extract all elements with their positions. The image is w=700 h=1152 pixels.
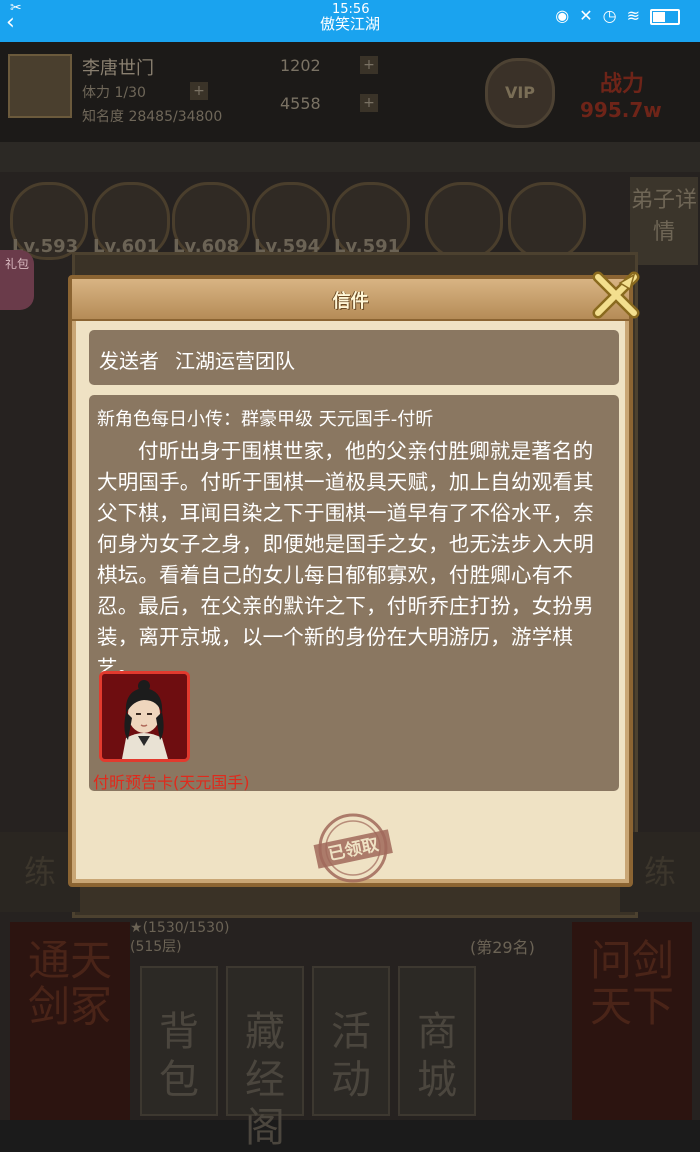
nav-events[interactable]: 活动 <box>312 966 390 1116</box>
hero-portrait[interactable] <box>425 182 503 260</box>
attachment-card[interactable] <box>99 671 190 762</box>
add-stamina-button[interactable]: + <box>190 82 208 100</box>
stamina-text: 体力 1/30 <box>82 85 146 101</box>
nav-backpack[interactable]: 背包 <box>140 966 218 1116</box>
attachment-name: 付昕预告卡(天元国手) <box>93 773 250 792</box>
disciple-detail-button[interactable]: 弟子详情 <box>630 177 698 265</box>
wifi-icon: ≋ <box>626 6 650 25</box>
status-bar: ✂ ‹ 15:56 傲笑江湖 ◉✕◷≋ <box>0 0 700 42</box>
status-icons: ◉✕◷≋ <box>555 6 680 25</box>
dialog-content: 发送者 江湖运营团队 新角色每日小传：群豪甲级 天元国手-付昕 付昕出身于围棋世… <box>76 321 625 883</box>
dialog-header: 信件 <box>72 279 629 321</box>
tongtian-pillar[interactable]: 通天剑冢 <box>10 922 130 1120</box>
nav-shop[interactable]: 商城 <box>398 966 476 1116</box>
sender-box: 发送者 江湖运营团队 <box>89 330 619 385</box>
sender-value: 江湖运营团队 <box>175 349 295 373</box>
player-header: 李唐世门 体力 1/30 + 知名度 28485/34800 1202 + 45… <box>0 42 700 142</box>
player-name: 李唐世门 <box>82 58 154 79</box>
gift-pack-tag[interactable]: 礼包 <box>0 250 34 310</box>
alarm-icon: ◷ <box>602 6 627 25</box>
close-icon[interactable] <box>590 269 642 321</box>
eye-icon: ◉ <box>555 6 580 25</box>
nav-library[interactable]: 藏经阁 <box>226 966 304 1151</box>
character-portrait-icon <box>102 674 187 759</box>
hero-roster: Lv.593 Lv.601 Lv.608 Lv.594 Lv.591 <box>0 174 700 264</box>
power-value: 995.7w <box>580 98 662 122</box>
mail-text: 付昕出身于围棋世家，他的父亲付胜卿就是著名的大明国手。付昕于围棋一道极具天赋，加… <box>97 439 594 680</box>
sender-label: 发送者 <box>99 349 159 373</box>
fame-text: 知名度 28485/34800 <box>82 109 223 125</box>
add-silver-button[interactable]: + <box>360 56 378 74</box>
floors-text: (515层) <box>130 939 182 955</box>
add-gold-button[interactable]: + <box>360 94 378 112</box>
divider-stripe <box>0 142 700 172</box>
vip-badge[interactable]: VIP <box>485 58 555 128</box>
stars-progress: ★(1530/1530) (515层) <box>130 920 230 955</box>
mail-dialog: 信件 发送者 江湖运营团队 新角色每日小传：群豪甲级 天元国手-付昕 付昕出身于… <box>68 271 640 887</box>
wenjian-pillar[interactable]: 问剑天下 <box>572 922 692 1120</box>
dialog-title: 信件 <box>332 291 369 312</box>
mail-subject: 新角色每日小传：群豪甲级 天元国手-付昕 <box>97 409 434 430</box>
silver-amount: 1202 <box>280 56 321 75</box>
mail-body: 新角色每日小传：群豪甲级 天元国手-付昕 付昕出身于围棋世家，他的父亲付胜卿就是… <box>89 395 619 792</box>
player-avatar[interactable] <box>8 54 72 118</box>
gold-amount: 4558 <box>280 94 321 113</box>
claimed-stamp: 已领取 <box>313 813 393 883</box>
hero-portrait[interactable] <box>508 182 586 260</box>
bottom-navigation: 通天剑冢 问剑天下 背包 藏经阁 活动 商城 <box>0 922 700 1151</box>
power-label: 战力 <box>600 72 645 97</box>
battery-icon <box>650 8 680 25</box>
mute-icon: ✕ <box>579 6 603 25</box>
rank-text: (第29名) <box>470 938 535 957</box>
